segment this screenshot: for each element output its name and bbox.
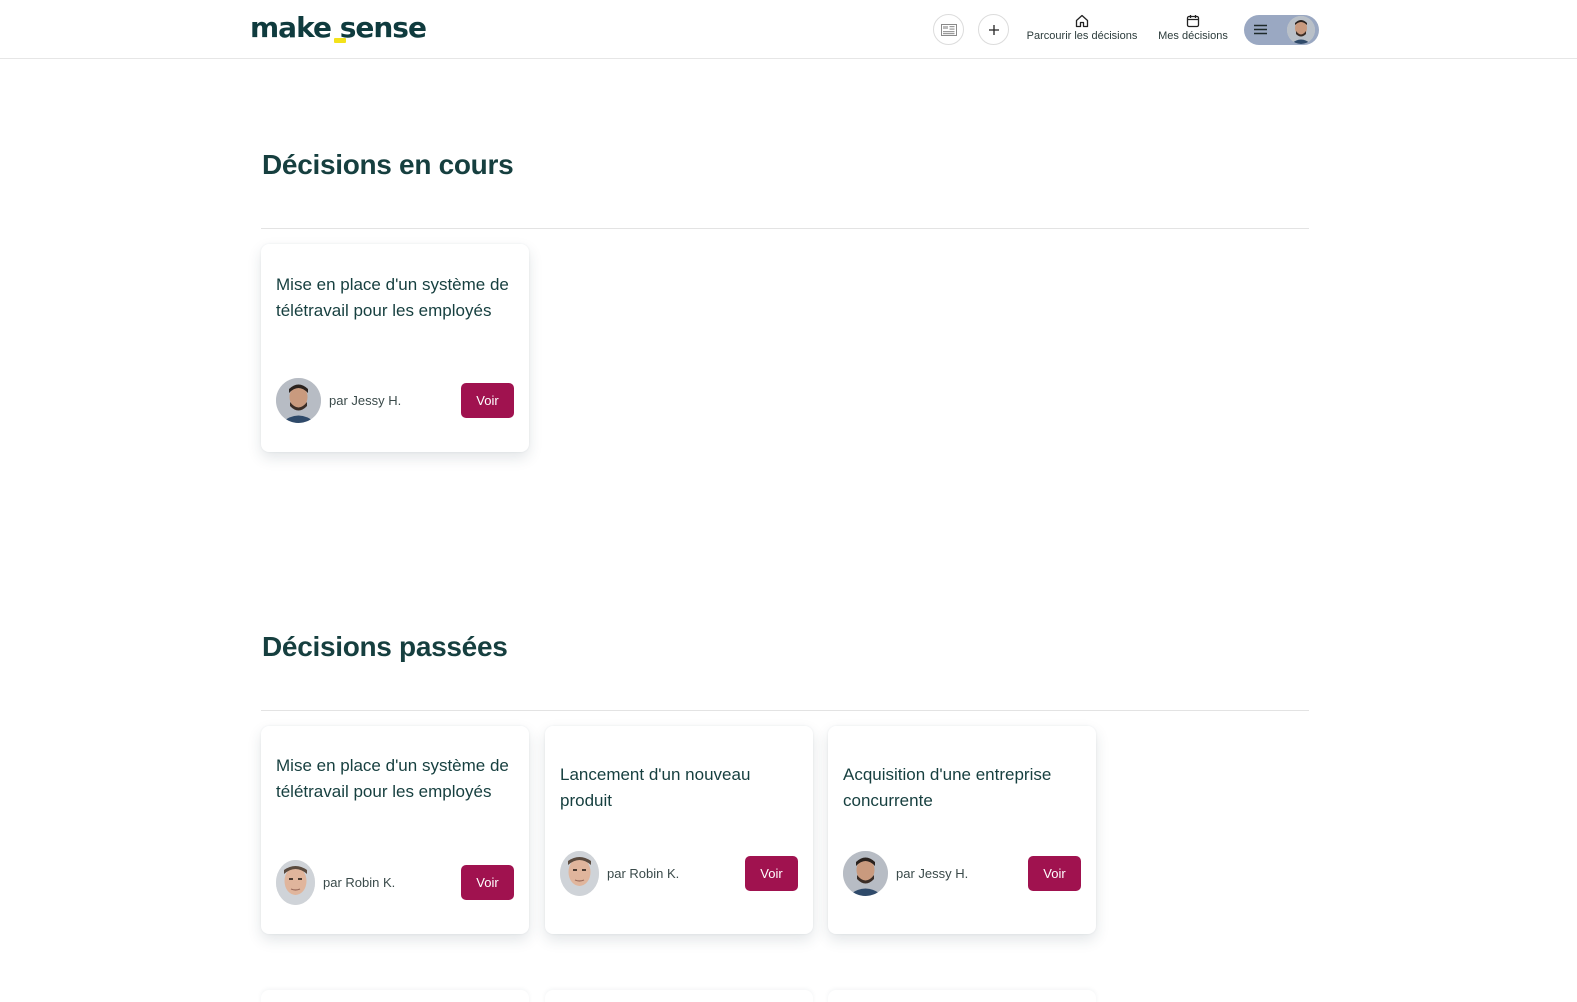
author-avatar (560, 851, 599, 896)
user-menu-button[interactable] (1244, 15, 1319, 45)
nav-mine-label: Mes décisions (1158, 30, 1228, 42)
decision-title: Acquisition d'une entreprise concurrente (843, 765, 1052, 810)
plus-icon (988, 24, 999, 35)
author-avatar (276, 378, 321, 423)
decision-card: Acquisition d'une entreprise concurrente… (828, 726, 1096, 934)
nav-browse-decisions[interactable]: Parcourir les décisions (1022, 14, 1142, 42)
author-name: par Robin K. (323, 875, 396, 890)
decision-author: par Jessy H. (843, 851, 968, 896)
home-icon (1075, 14, 1089, 28)
section-title-current: Décisions en cours (262, 149, 514, 180)
language-icon (940, 23, 957, 36)
language-button[interactable] (933, 14, 964, 45)
author-name: par Robin K. (607, 866, 680, 881)
section-title-past: Décisions passées (262, 631, 508, 662)
author-avatar (276, 860, 315, 905)
decision-card: Lancement d'un nouveau produit par Robin… (545, 726, 813, 934)
make-sense-logo[interactable]: make sense (250, 8, 427, 48)
author-name: par Jessy H. (896, 866, 969, 881)
calendar-icon (1186, 15, 1200, 28)
decision-author: par Jessy H. (276, 378, 401, 423)
user-avatar (1287, 16, 1315, 44)
view-decision-button[interactable]: Voir (461, 383, 514, 418)
logo-dot (334, 38, 346, 43)
view-decision-button[interactable]: Voir (745, 856, 798, 891)
nav-my-decisions[interactable]: Mes décisions (1154, 14, 1232, 42)
decision-card-partial (545, 990, 813, 1002)
decision-author: par Robin K. (276, 860, 395, 905)
section-divider (261, 710, 1309, 711)
decision-card: Mise en place d'un système de télétravai… (261, 244, 529, 452)
decision-card: Mise en place d'un système de télétravai… (261, 726, 529, 934)
decision-title: Lancement d'un nouveau produit (560, 765, 751, 810)
top-header: make sense Parcourir les décisions Mes d… (0, 0, 1577, 59)
decision-card-partial (828, 990, 1096, 1002)
view-decision-button[interactable]: Voir (1028, 856, 1081, 891)
author-avatar (843, 851, 888, 896)
decision-title: Mise en place d'un système de télétravai… (276, 756, 509, 801)
author-name: par Jessy H. (329, 393, 402, 408)
view-decision-button[interactable]: Voir (461, 865, 514, 900)
decision-author: par Robin K. (560, 851, 679, 896)
nav-browse-label: Parcourir les décisions (1026, 30, 1138, 42)
decision-title: Mise en place d'un système de télétravai… (276, 275, 509, 320)
hamburger-icon (1254, 24, 1267, 35)
section-divider (261, 228, 1309, 229)
decision-card-partial (261, 990, 529, 1002)
add-decision-button[interactable] (978, 14, 1009, 45)
